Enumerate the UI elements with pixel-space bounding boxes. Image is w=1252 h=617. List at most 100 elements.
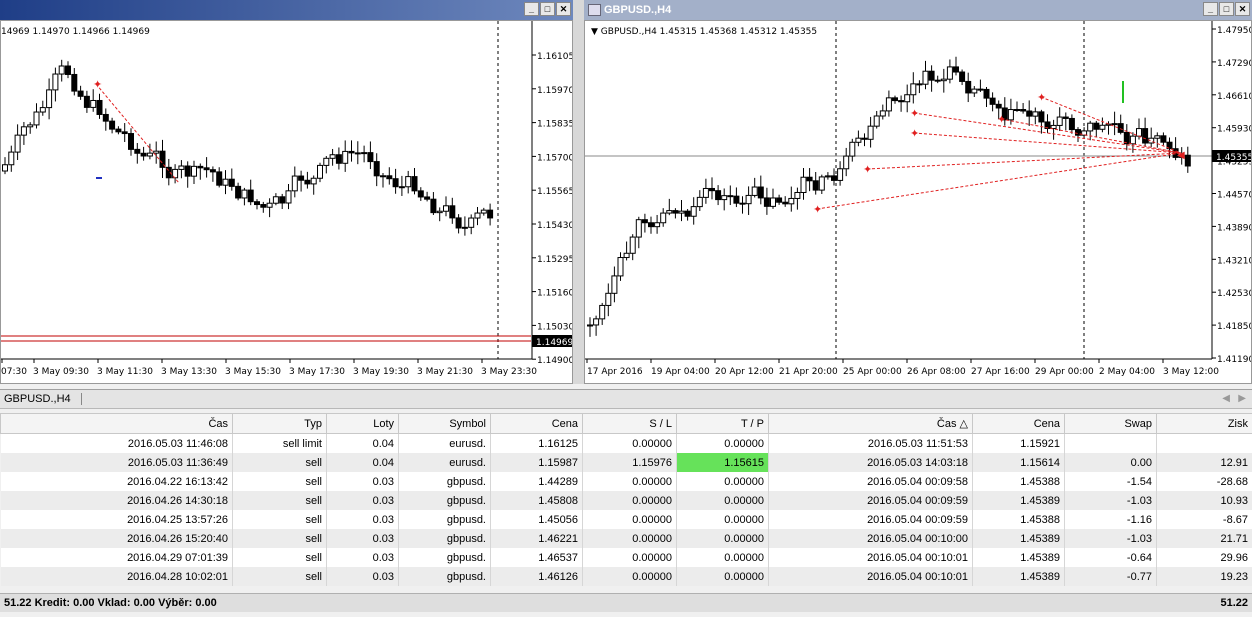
eurusd-candle bbox=[342, 140, 349, 172]
eurusd-candle bbox=[77, 85, 84, 100]
gbpusd-candle bbox=[855, 130, 862, 147]
eurusd-candle bbox=[436, 207, 443, 222]
column-header[interactable]: S / L bbox=[582, 413, 677, 434]
gbpusd-candle bbox=[727, 185, 734, 206]
column-header[interactable]: Cena bbox=[972, 413, 1065, 434]
eurusd-candle bbox=[209, 166, 216, 182]
gbpusd-candle bbox=[617, 252, 624, 281]
eurusd-candle bbox=[317, 162, 323, 183]
table-cell: 1.16125 bbox=[490, 433, 583, 453]
table-cell: 2016.04.22 16:13:42 bbox=[0, 472, 233, 491]
sell-arrow-icon: ✦ bbox=[910, 128, 919, 140]
price-chart[interactable]: ✦ ✦ ✦ ✦ ✦ ✦ ◀ 1.47950 1.47290 1.46610 1.45930 1.45… bbox=[584, 20, 1252, 384]
minimize-button[interactable]: _ bbox=[524, 2, 539, 16]
gbpusd-candle bbox=[879, 104, 886, 120]
time-label: 3 May 09:30 bbox=[33, 367, 89, 377]
column-header[interactable]: Swap bbox=[1064, 413, 1157, 434]
gbpusd-candle bbox=[684, 209, 691, 221]
column-header[interactable]: Čas △ bbox=[768, 413, 973, 434]
column-header[interactable]: Symbol bbox=[398, 413, 491, 434]
ohlc-text: GBPUSD.,H4 1.45315 1.45368 1.45312 1.453… bbox=[600, 27, 818, 37]
table-cell: 0.03 bbox=[326, 491, 399, 510]
gbpusd-candle bbox=[922, 60, 929, 90]
price-chart[interactable]: ✦ 1.16105 1.15970 1.15835 1.15700 1.15565 1.1… bbox=[0, 20, 573, 384]
column-header[interactable]: Typ bbox=[232, 413, 327, 434]
gbpusd-candle bbox=[635, 216, 642, 249]
column-header[interactable]: T / P bbox=[676, 413, 769, 434]
table-row[interactable]: 2016.04.25 13:57:26 sell 0.03 gbpusd. 1.4505… bbox=[0, 510, 1252, 529]
table-cell: 0.00000 bbox=[676, 433, 769, 453]
gbpusd-candle bbox=[1062, 112, 1069, 131]
gbpusd-candle bbox=[605, 283, 612, 317]
close-button[interactable]: ✕ bbox=[556, 2, 571, 16]
window-splitter[interactable] bbox=[573, 0, 584, 384]
eurusd-candle bbox=[197, 163, 204, 180]
eurusd-candle bbox=[323, 156, 330, 174]
table-row[interactable]: 2016.04.22 16:13:42 sell 0.03 gbpusd. 1.4428… bbox=[0, 472, 1252, 491]
column-header[interactable]: Zisk bbox=[1156, 413, 1252, 434]
table-cell: 0.03 bbox=[326, 529, 399, 548]
eurusd-candle bbox=[310, 175, 317, 195]
dropdown-arrow-icon[interactable]: ▼ bbox=[591, 27, 598, 37]
table-row[interactable]: 2016.04.28 10:02:01 sell 0.03 gbpusd. 1.4612… bbox=[0, 567, 1252, 586]
price-label: 1.42530 bbox=[1217, 289, 1252, 299]
tab-gbpusd[interactable]: GBPUSD.,H4 bbox=[4, 393, 82, 405]
table-cell: 2016.05.04 00:09:59 bbox=[768, 491, 973, 510]
trade-path-line bbox=[866, 152, 1182, 170]
gbpusd-candle bbox=[745, 186, 752, 215]
eurusd-candle bbox=[424, 191, 431, 202]
trade-history-table: Čas Typ Loty Symbol Cena S / LT / P Čas △ Cena S… bbox=[0, 413, 1252, 586]
table-cell: 0.00000 bbox=[582, 433, 677, 453]
table-row[interactable]: 2016.04.26 14:30:18 sell 0.03 gbpusd. 1.4580… bbox=[0, 491, 1252, 510]
gbpusd-candle bbox=[599, 302, 606, 325]
eurusd-candle bbox=[285, 184, 292, 210]
eurusd-candle bbox=[291, 166, 298, 198]
maximize-button[interactable]: □ bbox=[1219, 2, 1234, 16]
total-profit: 51.22 bbox=[1220, 597, 1248, 609]
column-header[interactable]: Cena bbox=[490, 413, 583, 434]
eurusd-candle bbox=[455, 214, 462, 234]
eurusd-chart-window: _ □ ✕ ✦ 1.16105 1.15970 1.15835 1.15700 1.15… bbox=[0, 0, 573, 384]
close-button[interactable]: ✕ bbox=[1235, 2, 1250, 16]
sell-arrow-icon: ✦ bbox=[863, 164, 872, 176]
gbpusd-candle bbox=[1038, 109, 1045, 134]
eurusd-candle bbox=[96, 93, 103, 119]
gbpusd-candle bbox=[757, 175, 764, 205]
table-cell: -8.67 bbox=[1156, 510, 1252, 529]
gbpusd-candle bbox=[641, 213, 648, 233]
eurusd-candle bbox=[367, 141, 374, 170]
eurusd-candle bbox=[128, 128, 134, 156]
eurusd-candle bbox=[153, 141, 160, 164]
gbpusd-candle bbox=[702, 178, 709, 204]
title-bar[interactable]: GBPUSD.,H4 _ □ ✕ bbox=[584, 0, 1252, 20]
table-cell: 2016.05.04 00:10:01 bbox=[768, 548, 973, 567]
table-cell: 0.03 bbox=[326, 548, 399, 567]
column-header[interactable]: Čas bbox=[0, 413, 233, 434]
table-cell: 0.00000 bbox=[582, 529, 677, 548]
candlestick-chart[interactable]: ✦ 1.16105 1.15970 1.15835 1.15700 1.15565 1.1… bbox=[1, 21, 573, 384]
eurusd-candle bbox=[411, 168, 418, 195]
tab-right-arrow-icon[interactable]: ▶ bbox=[1238, 393, 1246, 404]
tab-left-arrow-icon[interactable]: ◀ bbox=[1222, 393, 1230, 404]
maximize-button[interactable]: □ bbox=[540, 2, 555, 16]
table-row[interactable]: 2016.04.29 07:01:39 sell 0.03 gbpusd. 1.4653… bbox=[0, 548, 1252, 567]
gbpusd-candle bbox=[776, 194, 783, 205]
table-cell: 1.15976 bbox=[582, 453, 677, 472]
table-row[interactable]: 2016.05.03 11:36:49 sell 0.04 eurusd. 1.1598… bbox=[0, 453, 1252, 472]
time-label: 27 Apr 16:00 bbox=[971, 367, 1030, 377]
table-row[interactable]: 2016.04.26 15:20:40 sell 0.03 gbpusd. 1.4622… bbox=[0, 529, 1252, 548]
table-cell: 0.03 bbox=[326, 567, 399, 586]
eurusd-candle bbox=[417, 187, 424, 201]
table-row[interactable]: 2016.05.03 11:46:08 sell limit 0.04 eurusd.… bbox=[0, 433, 1252, 453]
column-header[interactable]: Loty bbox=[326, 413, 399, 434]
table-cell: sell bbox=[232, 453, 327, 472]
table-cell: 1.46221 bbox=[490, 529, 583, 548]
gbpusd-candle bbox=[971, 86, 978, 97]
candlestick-chart[interactable]: ✦ ✦ ✦ ✦ ✦ ✦ ◀ 1.47950 1.47290 1.46610 1.45930 1.45… bbox=[585, 21, 1252, 384]
time-label: 3 May 19:30 bbox=[353, 367, 409, 377]
minimize-button[interactable]: _ bbox=[1203, 2, 1218, 16]
table-cell: 19.23 bbox=[1156, 567, 1252, 586]
eurusd-candle bbox=[203, 157, 210, 178]
title-bar[interactable]: _ □ ✕ bbox=[0, 0, 573, 20]
table-cell: 0.03 bbox=[326, 510, 399, 529]
